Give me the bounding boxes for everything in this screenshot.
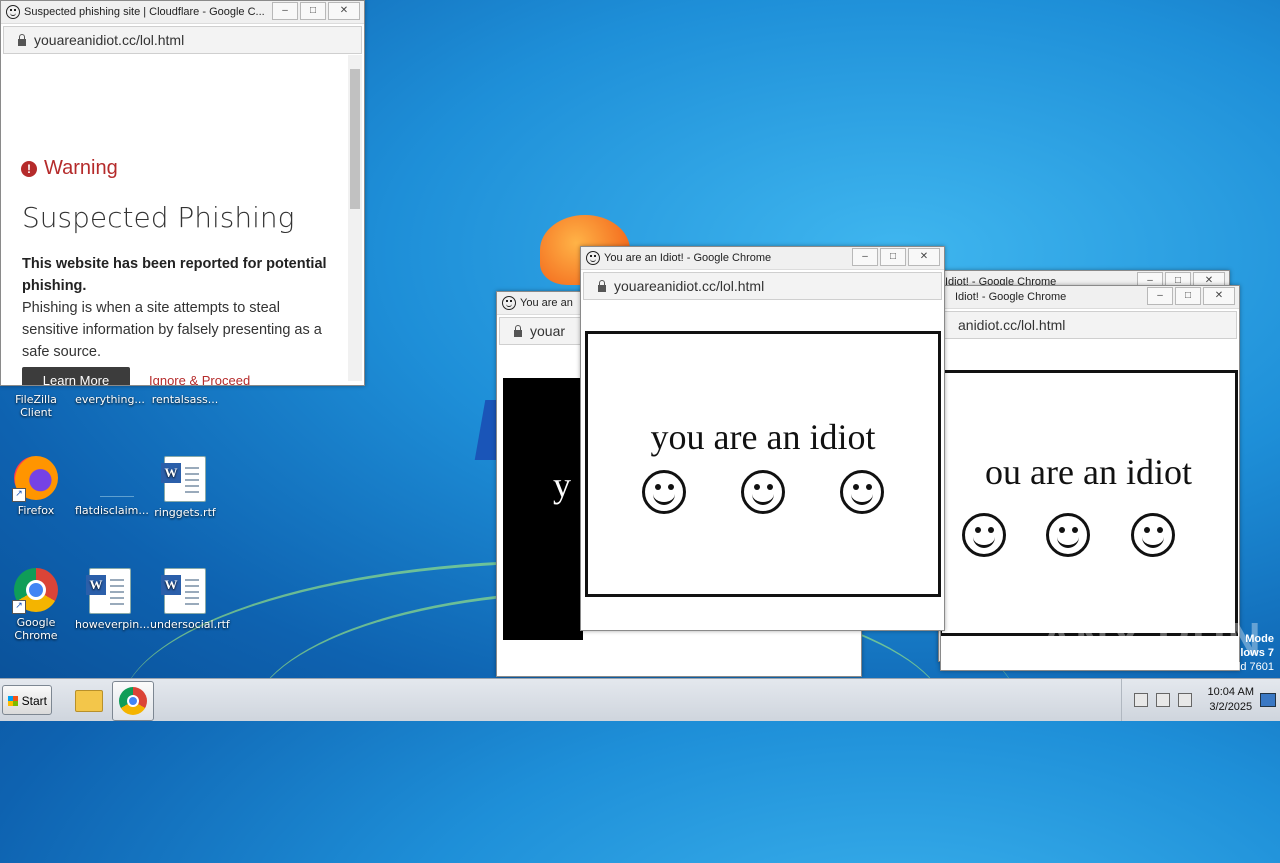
idiot-content-inverted: y [503,378,583,640]
smiley-face-icon [840,470,885,514]
address-bar[interactable]: youareanidiot.cc/lol.html [3,26,362,54]
maximize-button[interactable]: □ [1175,287,1201,305]
desktop-icon-flatdisclaim[interactable]: flatdisclaim... [75,456,149,517]
idiot-text: y [553,465,571,505]
test-mode-line: Build 7601 [1222,661,1274,673]
taskbar-explorer-button[interactable] [66,681,108,721]
firefox-icon: ↗ [12,456,58,502]
desktop-icon-google-chrome[interactable]: ↗ Google Chrome [1,568,71,642]
chrome-icon: ↗ [12,568,58,614]
window-title: You are an [520,297,573,309]
clock[interactable]: 10:04 AM 3/2/2025 [1208,685,1254,715]
warning-label: Warning [44,157,118,179]
window-titlebar[interactable]: You are an Idiot! - Google Chrome ‒ □ ✕ [581,247,944,270]
address-bar[interactable]: youareanidiot.cc/lol.html [583,272,942,300]
desktop-icon-label: FileZilla Client [15,393,57,419]
desktop-icon-label: rentalsass... [151,393,219,406]
maximize-button[interactable]: □ [880,248,906,266]
smiley-face-icon [962,513,1007,557]
smiley-face-icon [1046,513,1091,557]
desktop-icon-undersocial[interactable]: W undersocial.rtf [150,568,230,631]
show-desktop-icon[interactable] [1260,693,1276,707]
smiley-face-icon [1130,513,1175,557]
window-title: You are an Idiot! - Google Chrome [604,252,772,264]
desktop-icon-label: flatdisclaim... [75,504,149,517]
chrome-icon [119,687,147,715]
lock-icon [18,33,26,46]
phishing-description: Phishing is when a site attempts to stea… [22,300,322,360]
smiley-face-icon [641,470,686,514]
test-mode-text: Mode lows 7 Build 7601 [1222,632,1274,674]
browser-window-idiot-main[interactable]: You are an Idiot! - Google Chrome ‒ □ ✕ … [580,246,945,631]
smiley-icon [502,296,516,310]
clock-date: 3/2/2025 [1209,701,1253,713]
folder-icon [75,690,103,712]
desktop-icon-everything[interactable]: everything... [75,393,145,406]
url-text: youar [530,323,566,339]
desktop-icon-firefox[interactable]: ↗ Firefox [1,456,71,517]
idiot-text: ou are an idiot [985,452,1192,492]
desktop-icon-label: undersocial.rtf [150,618,230,631]
warning-title: ! Warning [21,157,118,180]
shortcut-arrow-icon: ↗ [12,488,26,502]
phishing-bold-text: This website has been reported for poten… [22,256,327,294]
scrollbar[interactable] [348,55,362,381]
desktop-icon-label: everything... [75,393,145,406]
desktop-icon-label: Firefox [17,504,55,517]
scrollbar-thumb[interactable] [350,69,360,209]
smiley-icon [6,5,20,19]
lock-icon [514,324,522,337]
close-button[interactable]: ✕ [908,248,940,266]
word-document-icon: W [86,568,131,614]
learn-more-button[interactable]: Learn More [22,367,130,385]
idiot-content-frame: you are an idiot [585,331,941,597]
window-title: Suspected phishing site | Cloudflare - G… [24,6,265,18]
file-icon [88,456,134,500]
phishing-body: This website has been reported for poten… [22,253,332,363]
shortcut-arrow-icon: ↗ [12,600,26,614]
taskbar: Start 10:04 AM 3/2/2025 [0,678,1280,721]
clock-time: 10:04 AM [1207,686,1254,698]
url-text: youareanidiot.cc/lol.html [34,32,185,48]
ignore-proceed-link[interactable]: Ignore & Proceed [149,373,250,385]
desktop-icon-filezilla[interactable]: FileZilla Client [1,393,71,419]
desktop-icon-label: Google Chrome [14,616,58,642]
browser-window-phishing[interactable]: Suspected phishing site | Cloudflare - G… [0,0,365,386]
word-document-icon: W [161,568,206,614]
url-text: anidiot.cc/lol.html [958,317,1066,333]
desktop-icon-rentalsass[interactable]: rentalsass... [150,393,220,406]
window-title: Idiot! - Google Chrome [955,291,1067,303]
warning-icon: ! [21,160,37,177]
test-mode-line: Mode [1245,633,1274,645]
start-button[interactable]: Start [2,685,52,715]
word-document-icon: W [161,456,206,502]
maximize-button[interactable]: □ [300,2,326,20]
close-button[interactable]: ✕ [1203,287,1235,305]
idiot-text: you are an idiot [650,417,876,457]
address-bar[interactable]: anidiot.cc/lol.html [943,311,1237,339]
window-titlebar[interactable]: Suspected phishing site | Cloudflare - G… [1,1,364,24]
volume-icon[interactable] [1178,693,1192,707]
taskbar-chrome-button[interactable] [112,681,154,721]
desktop-icon-ringgets[interactable]: W ringgets.rtf [150,456,220,519]
lock-icon [598,279,606,292]
phishing-heading: Suspected Phishing [22,201,295,234]
system-tray: 10:04 AM 3/2/2025 [1121,679,1280,721]
url-text: youareanidiot.cc/lol.html [614,278,765,294]
network-icon[interactable] [1156,693,1170,707]
smiley-face-icon [740,470,785,514]
close-button[interactable]: ✕ [328,2,360,20]
desktop-icon-label: ringgets.rtf [154,506,216,519]
window-titlebar[interactable]: Idiot! - Google Chrome ‒ □ ✕ [941,286,1239,309]
flag-icon[interactable] [1134,693,1148,707]
test-mode-line: lows 7 [1240,647,1274,659]
desktop-icon-howeverpin[interactable]: W howeverpin... [75,568,150,631]
minimize-button[interactable]: ‒ [272,2,298,20]
smiley-icon [586,251,600,265]
minimize-button[interactable]: ‒ [1147,287,1173,305]
idiot-content-frame: ou are an idiot [941,370,1238,636]
desktop-icon-label: howeverpin... [75,618,150,631]
minimize-button[interactable]: ‒ [852,248,878,266]
